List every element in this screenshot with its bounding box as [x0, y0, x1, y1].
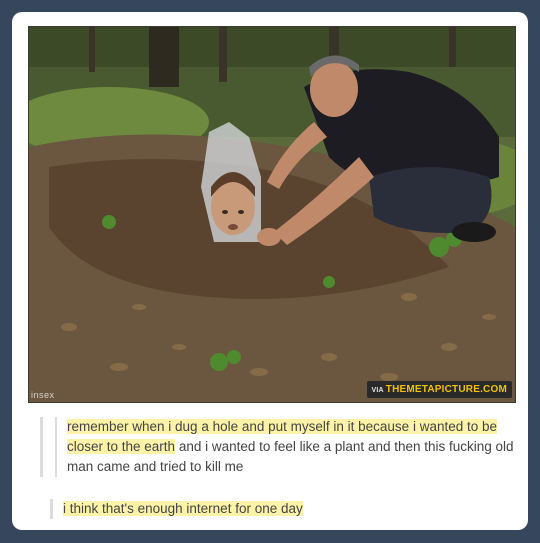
- watermark-site-name: THEMETAPICTURE.COM: [385, 384, 507, 395]
- post-card: insex VIA THEMETAPICTURE.COM remember whe…: [12, 12, 528, 530]
- post-photo[interactable]: insex VIA THEMETAPICTURE.COM: [28, 26, 516, 403]
- reply-comment: i think that's enough internet for one d…: [50, 499, 303, 519]
- quoted-post-text: remember when i dug a hole and put mysel…: [55, 417, 525, 477]
- watermark-via: VIA: [371, 387, 384, 394]
- quoted-post: remember when i dug a hole and put mysel…: [40, 417, 525, 477]
- site-watermark-badge: VIA THEMETAPICTURE.COM: [366, 381, 512, 398]
- reply-text: i think that's enough internet for one d…: [63, 501, 303, 516]
- photo-illustration: [29, 27, 515, 402]
- photo-watermark-left: insex: [31, 390, 55, 400]
